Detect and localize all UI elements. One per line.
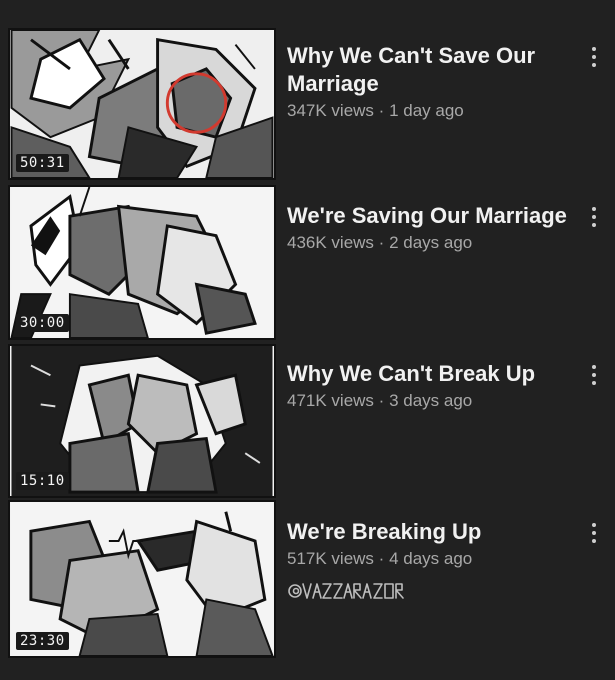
video-item[interactable]: 30:00 We're Saving Our Marriage 436K vie…: [0, 180, 615, 340]
more-vert-icon[interactable]: [585, 44, 603, 70]
video-stats: 347K views · 1 day ago: [287, 100, 575, 122]
video-title[interactable]: We're Saving Our Marriage: [287, 202, 575, 230]
meta-separator: ·: [378, 233, 385, 252]
artist-signature: [288, 583, 404, 599]
video-duration: 15:10: [16, 472, 69, 490]
upload-age: 2 days ago: [389, 233, 473, 252]
more-vert-icon[interactable]: [585, 362, 603, 388]
video-duration: 30:00: [16, 314, 69, 332]
video-meta: We're Breaking Up 517K views · 4 days ag…: [287, 518, 575, 570]
more-vert-icon[interactable]: [585, 204, 603, 230]
meta-separator: ·: [378, 101, 385, 120]
meta-separator: ·: [378, 391, 385, 410]
video-meta: Why We Can't Save Our Marriage 347K view…: [287, 42, 575, 122]
video-stats: 436K views · 2 days ago: [287, 232, 575, 254]
video-item[interactable]: 15:10 Why We Can't Break Up 471K views ·…: [0, 340, 615, 500]
video-duration: 23:30: [16, 632, 69, 650]
video-item[interactable]: 50:31 Why We Can't Save Our Marriage 347…: [0, 0, 615, 180]
video-feed: 50:31 Why We Can't Save Our Marriage 347…: [0, 0, 615, 680]
video-title[interactable]: Why We Can't Save Our Marriage: [287, 42, 575, 98]
view-count: 436K views: [287, 233, 374, 252]
video-stats: 517K views · 4 days ago: [287, 548, 575, 570]
video-thumbnail[interactable]: 15:10: [8, 344, 276, 498]
view-count: 517K views: [287, 549, 374, 568]
view-count: 471K views: [287, 391, 374, 410]
upload-age: 4 days ago: [389, 549, 473, 568]
video-title[interactable]: We're Breaking Up: [287, 518, 575, 546]
video-stats: 471K views · 3 days ago: [287, 390, 575, 412]
video-thumbnail[interactable]: 50:31: [8, 28, 276, 180]
video-thumbnail[interactable]: 30:00: [8, 185, 276, 340]
video-meta: Why We Can't Break Up 471K views · 3 day…: [287, 360, 575, 412]
meta-separator: ·: [378, 549, 385, 568]
video-duration: 50:31: [16, 154, 69, 172]
video-meta: We're Saving Our Marriage 436K views · 2…: [287, 202, 575, 254]
upload-age: 3 days ago: [389, 391, 473, 410]
more-vert-icon[interactable]: [585, 520, 603, 546]
view-count: 347K views: [287, 101, 374, 120]
video-thumbnail[interactable]: 23:30: [8, 500, 276, 658]
video-title[interactable]: Why We Can't Break Up: [287, 360, 575, 388]
upload-age: 1 day ago: [389, 101, 464, 120]
